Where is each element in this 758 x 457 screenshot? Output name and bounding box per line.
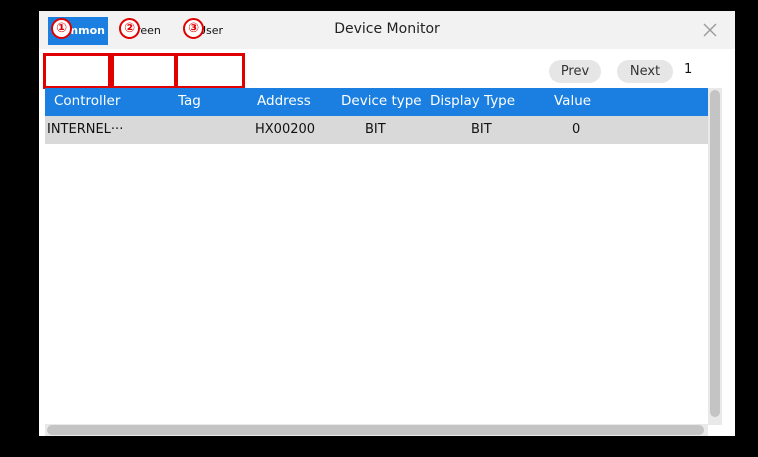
next-button[interactable]: Next: [617, 60, 673, 83]
callout-marker-1: ①: [51, 18, 72, 39]
cell-device-type: BIT: [365, 122, 386, 137]
cell-address: HX00200: [255, 122, 316, 137]
vertical-scroll-thumb[interactable]: [710, 90, 720, 417]
column-header-address[interactable]: Address: [257, 93, 311, 109]
prev-button[interactable]: Prev: [549, 60, 601, 83]
table-header: Controller Tag Address Device type Displ…: [45, 88, 708, 116]
horizontal-scroll-thumb[interactable]: [47, 425, 704, 435]
cell-display-type: BIT: [471, 122, 492, 137]
vertical-scrollbar[interactable]: [708, 88, 722, 425]
column-header-device-type[interactable]: Device type: [341, 93, 422, 109]
page-number: 1: [684, 62, 693, 77]
callout-box-common: [43, 53, 111, 89]
column-header-value[interactable]: Value: [554, 93, 591, 109]
device-monitor-window: Device Monitor Common Screen User ① ② ③ …: [39, 11, 735, 436]
callout-marker-2: ②: [119, 18, 140, 39]
close-icon: [703, 23, 717, 37]
column-header-controller[interactable]: Controller: [54, 93, 120, 109]
cell-controller: INTERNEL···: [47, 122, 124, 137]
close-button[interactable]: [701, 21, 719, 39]
callout-box-screen: [111, 53, 177, 89]
callout-box-user: [175, 53, 245, 89]
callout-marker-3: ③: [183, 18, 204, 39]
column-header-display-type[interactable]: Display Type: [430, 93, 515, 109]
table-row[interactable]: INTERNEL··· HX00200 BIT BIT 0: [45, 116, 708, 144]
horizontal-scrollbar[interactable]: [45, 424, 708, 436]
column-header-tag[interactable]: Tag: [178, 93, 201, 109]
cell-value: 0: [572, 122, 581, 137]
